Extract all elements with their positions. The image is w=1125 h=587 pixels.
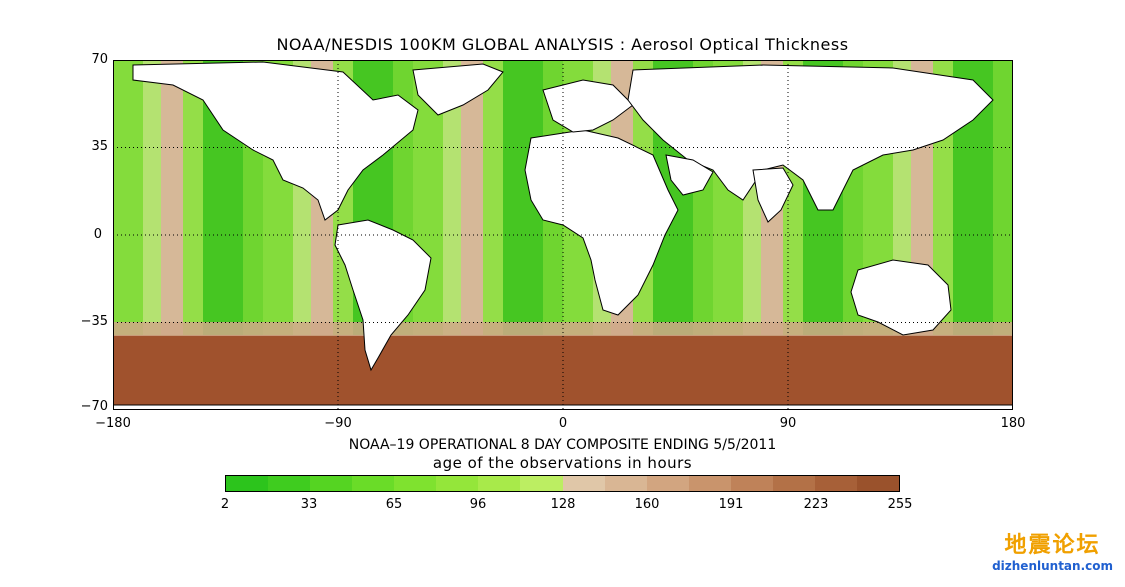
colorbar-label-191: 191 bbox=[718, 497, 744, 512]
colorbar-label-223: 223 bbox=[803, 497, 829, 512]
lat-tick-0: 0 bbox=[93, 227, 102, 242]
colorbar-segment-2 bbox=[310, 476, 353, 491]
colorbar-segment-0 bbox=[226, 476, 269, 491]
lat-tick-minus35: −35 bbox=[80, 314, 108, 329]
lat-tick-minus70: −70 bbox=[80, 399, 108, 414]
lat-tick-35: 35 bbox=[91, 139, 108, 154]
composite-subtitle: NOAA–19 OPERATIONAL 8 DAY COMPOSITE ENDI… bbox=[348, 437, 777, 453]
lon-tick-180: 180 bbox=[1000, 416, 1026, 431]
colorbar-label-255: 255 bbox=[887, 497, 913, 512]
colorbar-segment-13 bbox=[772, 476, 815, 491]
colorbar-segment-8 bbox=[562, 476, 605, 491]
colorbar-segment-10 bbox=[646, 476, 689, 491]
lon-tick-minus90: −90 bbox=[324, 416, 352, 431]
lon-tick-0: 0 bbox=[558, 416, 568, 431]
colorbar-label-160: 160 bbox=[634, 497, 660, 512]
colorbar-segment-14 bbox=[814, 476, 857, 491]
colorbar-label-33: 33 bbox=[300, 497, 318, 512]
colorbar-segment-12 bbox=[730, 476, 773, 491]
colorbar-segment-1 bbox=[268, 476, 311, 491]
lat-tick-70: 70 bbox=[91, 52, 108, 67]
colorbar-segment-7 bbox=[520, 476, 563, 491]
colorbar-segment-15 bbox=[856, 476, 899, 491]
colorbar-segment-6 bbox=[478, 476, 521, 491]
chart-title: NOAA/NESDIS 100KM GLOBAL ANALYSIS : Aero… bbox=[276, 35, 849, 54]
colorbar-segment-3 bbox=[352, 476, 395, 491]
colorbar-title: age of the observations in hours bbox=[432, 454, 693, 472]
site-watermark: 地震论坛 dizhenluntan.com bbox=[992, 527, 1113, 573]
colorbar-segment-9 bbox=[604, 476, 647, 491]
map-canvas bbox=[113, 60, 1013, 410]
colorbar-label-65: 65 bbox=[385, 497, 403, 512]
colorbar-label-2: 2 bbox=[220, 497, 230, 512]
colorbar-label-96: 96 bbox=[469, 497, 487, 512]
lon-tick-minus180: −180 bbox=[95, 416, 131, 431]
watermark-url: dizhenluntan.com bbox=[992, 559, 1113, 573]
colorbar-segment-11 bbox=[688, 476, 731, 491]
colorbar bbox=[225, 475, 900, 492]
watermark-chinese: 地震论坛 bbox=[1004, 532, 1101, 558]
aerosol-map bbox=[113, 60, 1013, 410]
lon-tick-90: 90 bbox=[779, 416, 797, 431]
colorbar-label-128: 128 bbox=[550, 497, 576, 512]
colorbar-segment-4 bbox=[394, 476, 437, 491]
colorbar-segment-5 bbox=[436, 476, 479, 491]
